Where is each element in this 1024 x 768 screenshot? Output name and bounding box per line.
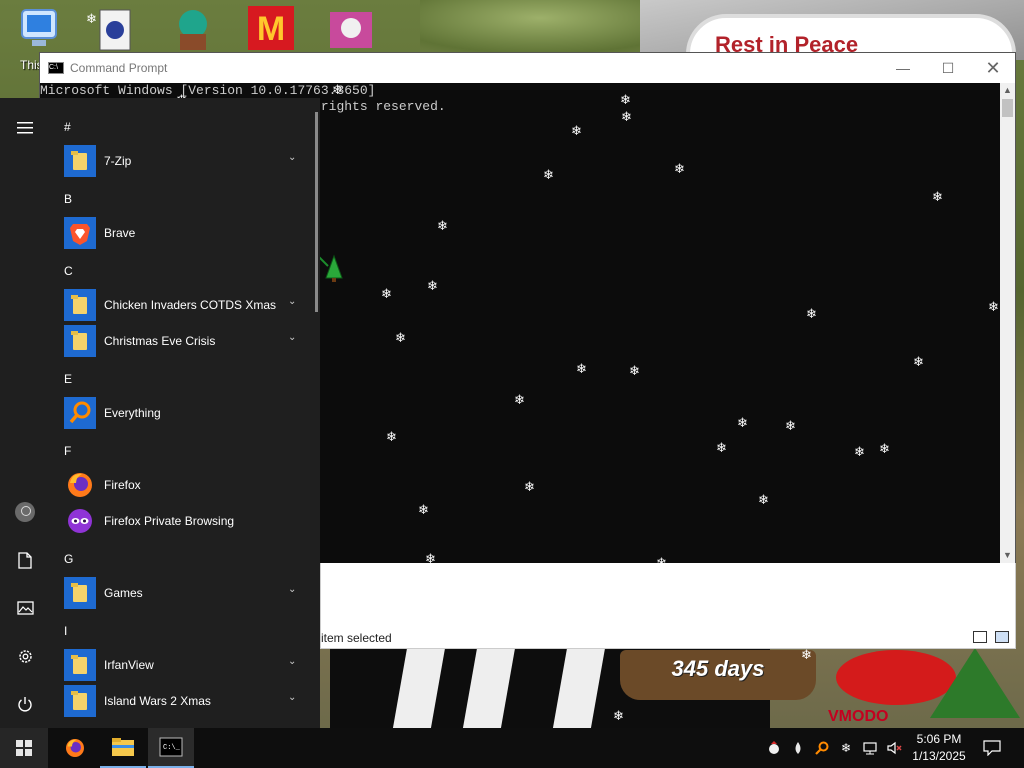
- svg-text:C:\_: C:\_: [163, 744, 181, 752]
- scroll-down-icon[interactable]: ▼: [1000, 548, 1015, 563]
- app-item-firefox[interactable]: Firefox: [50, 467, 312, 503]
- app-name: Chicken Invaders COTDS Xmas: [104, 298, 277, 312]
- this-pc-icon[interactable]: [14, 4, 64, 52]
- days-counter: 345 days: [671, 656, 765, 681]
- taskbar-clock[interactable]: 5:06 PM 1/13/2025: [906, 731, 972, 765]
- section-letter[interactable]: G: [64, 552, 73, 566]
- cmd-titlebar[interactable]: C:\ Command Prompt — ☐ ✕: [40, 53, 1015, 83]
- app-item-games[interactable]: Games ⌄: [50, 575, 312, 611]
- snowflake-tray-icon[interactable]: ❄: [838, 740, 854, 756]
- large-icons-view-icon[interactable]: [995, 631, 1009, 643]
- file-explorer-icon[interactable]: [100, 728, 146, 768]
- avatar-icon: [15, 502, 35, 522]
- app-item-chicken-invaders[interactable]: Chicken Invaders COTDS Xmas ⌄: [50, 287, 312, 323]
- command-prompt-icon[interactable]: C:\_: [148, 728, 194, 768]
- notification-icon[interactable]: [983, 740, 1001, 757]
- svg-text:M: M: [257, 10, 285, 48]
- section-letter[interactable]: C: [64, 264, 73, 278]
- settings-icon[interactable]: [0, 632, 50, 680]
- taskbar: C:\_ ❄ 5:06 PM 1/13/2025: [0, 728, 1024, 768]
- scroll-up-icon[interactable]: ▲: [1000, 83, 1015, 98]
- game-shortcut-icon[interactable]: [326, 4, 376, 52]
- app-item-island-wars[interactable]: Island Wars 2 Xmas ⌄: [50, 683, 312, 719]
- explorer-status-text: item selected: [321, 631, 392, 645]
- app-name: Everything: [104, 406, 161, 420]
- firefox-icon[interactable]: [52, 728, 98, 768]
- folder-icon: [64, 577, 96, 609]
- folder-icon: [64, 649, 96, 681]
- folder-icon: [64, 685, 96, 717]
- mcdonalds-icon[interactable]: M: [246, 4, 296, 52]
- app-item-brave[interactable]: Brave: [50, 215, 312, 251]
- search-tray-icon[interactable]: [814, 740, 830, 756]
- app-name: Brave: [104, 226, 136, 240]
- folder-icon: [64, 145, 96, 177]
- app-name: IrfanView: [104, 658, 154, 672]
- close-icon[interactable]: ✕: [970, 53, 1016, 83]
- app-name: Island Wars 2 Xmas: [104, 694, 211, 708]
- chevron-down-icon[interactable]: ⌄: [288, 332, 296, 343]
- app-name: Christmas Eve Crisis: [104, 334, 216, 348]
- user-avatar[interactable]: [0, 488, 50, 536]
- chevron-down-icon[interactable]: ⌄: [288, 656, 296, 667]
- section-letter[interactable]: B: [64, 192, 72, 206]
- network-tray-icon[interactable]: [862, 740, 878, 756]
- chevron-down-icon[interactable]: ⌄: [288, 692, 296, 703]
- windows-start-icon[interactable]: [0, 728, 48, 768]
- chevron-down-icon[interactable]: ⌄: [288, 296, 296, 307]
- section-letter[interactable]: #: [64, 120, 71, 134]
- cmd-scrollbar[interactable]: ▲ ▼: [1000, 83, 1015, 563]
- app-item-firefox-private[interactable]: Firefox Private Browsing: [50, 503, 312, 539]
- maximize-icon[interactable]: ☐: [925, 53, 971, 83]
- scroll-thumb[interactable]: [1002, 99, 1013, 117]
- app-name: 7-Zip: [104, 154, 132, 168]
- chevron-down-icon[interactable]: ⌄: [288, 584, 296, 595]
- cmd-title: Command Prompt: [70, 61, 168, 75]
- droplet-tray-icon[interactable]: [790, 740, 806, 756]
- app-item-irfanview[interactable]: IrfanView ⌄: [50, 647, 312, 683]
- document-icon[interactable]: [0, 536, 50, 584]
- section-letter[interactable]: F: [64, 444, 71, 458]
- firefox-icon: [64, 469, 96, 501]
- start-menu-rail: [0, 98, 50, 728]
- folder-icon: [64, 325, 96, 357]
- start-menu-scrollbar[interactable]: [315, 112, 318, 312]
- section-letter[interactable]: I: [64, 624, 67, 638]
- pictures-icon[interactable]: [0, 584, 50, 632]
- file-explorer-window[interactable]: item selected: [320, 562, 1016, 649]
- app-name: Firefox: [104, 478, 141, 492]
- app-list[interactable]: # 7-Zip ⌄ B Brave C Chicken Invaders COT…: [50, 98, 312, 728]
- chicken-tray-icon[interactable]: [766, 740, 782, 756]
- app-item-7zip[interactable]: 7-Zip ⌄: [50, 143, 312, 179]
- clock-date: 1/13/2025: [912, 749, 966, 763]
- console-line: Microsoft Windows [Version 10.0.17763.36…: [40, 83, 376, 98]
- wallpaper-logo-text: VMODO: [828, 708, 889, 725]
- brave-icon: [64, 217, 96, 249]
- details-view-icon[interactable]: [973, 631, 987, 643]
- command-prompt-icon: C:\: [48, 62, 64, 74]
- start-menu[interactable]: # 7-Zip ⌄ B Brave C Chicken Invaders COT…: [0, 98, 320, 728]
- folder-icon: [64, 289, 96, 321]
- chevron-down-icon[interactable]: ⌄: [288, 152, 296, 163]
- search-icon: [64, 397, 96, 429]
- clock-time: 5:06 PM: [916, 732, 962, 746]
- app-item-christmas-eve-crisis[interactable]: Christmas Eve Crisis ⌄: [50, 323, 312, 359]
- hamburger-icon[interactable]: [0, 104, 50, 152]
- game-character-icon[interactable]: [168, 4, 218, 52]
- minimize-icon[interactable]: —: [880, 53, 926, 83]
- section-letter[interactable]: E: [64, 372, 72, 386]
- christmas-tree-icon: [930, 648, 1020, 718]
- app-name: Firefox Private Browsing: [104, 514, 235, 528]
- app-item-everything[interactable]: Everything: [50, 395, 312, 431]
- power-icon[interactable]: [0, 680, 50, 728]
- firefox-private-icon: [64, 505, 96, 537]
- app-shortcut-icon[interactable]: [92, 4, 142, 52]
- volume-muted-icon[interactable]: [886, 740, 902, 756]
- app-name: Games: [104, 586, 143, 600]
